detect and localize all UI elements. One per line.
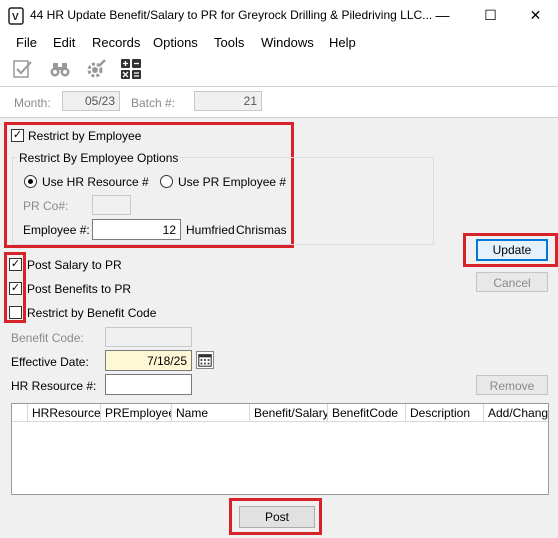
maximize-button[interactable]: ☐ [468, 0, 513, 30]
batch-label: Batch #: [131, 96, 176, 110]
employee-first-name: Humfried [186, 223, 235, 237]
grid-col-add-change[interactable]: Add/Change [483, 404, 548, 422]
effective-date-field[interactable]: 7/18/25 [105, 350, 192, 371]
use-hr-resource-radio[interactable] [24, 175, 37, 188]
pr-co-label: PR Co#: [23, 199, 69, 213]
menu-options[interactable]: Options [153, 35, 198, 50]
restrict-benefit-checkbox[interactable] [9, 306, 22, 319]
employee-grid[interactable]: HRResource PREmployee Name Benefit/Salar… [11, 403, 549, 495]
menu-file[interactable]: File [16, 35, 37, 50]
hr-resource-field[interactable] [105, 374, 192, 395]
restrict-by-employee-label: Restrict by Employee [28, 129, 142, 143]
grid-col-premployee[interactable]: PREmployee [100, 404, 171, 422]
menu-tools[interactable]: Tools [214, 35, 244, 50]
grid-col-hrresource[interactable]: HRResource [27, 404, 100, 422]
grid-row-selector-header [12, 404, 27, 422]
menu-edit[interactable]: Edit [53, 35, 75, 50]
benefit-code-label: Benefit Code: [11, 331, 84, 345]
calendar-icon[interactable] [196, 351, 214, 369]
restrict-options-title: Restrict By Employee Options [17, 151, 181, 165]
employee-label: Employee #: [23, 223, 90, 237]
batch-field: 21 [194, 91, 262, 111]
restrict-benefit-label: Restrict by Benefit Code [27, 306, 157, 320]
binoculars-icon[interactable] [49, 58, 71, 80]
grid-col-benefit-salary[interactable]: Benefit/Salary [249, 404, 327, 422]
window-title: 44 HR Update Benefit/Salary to PR for Gr… [30, 8, 433, 22]
grid-header-row: HRResource PREmployee Name Benefit/Salar… [12, 404, 548, 422]
app-icon: V [8, 7, 24, 25]
month-field: 05/23 [62, 91, 120, 111]
update-button[interactable]: Update [476, 239, 548, 261]
grid-col-name[interactable]: Name [171, 404, 249, 422]
post-benefits-checkbox[interactable]: ✓ [9, 282, 22, 295]
cancel-button[interactable]: Cancel [476, 272, 548, 292]
restrict-by-employee-checkbox[interactable]: ✓ [11, 129, 24, 142]
menu-records[interactable]: Records [92, 35, 140, 50]
validate-icon[interactable] [12, 58, 34, 80]
post-button[interactable]: Post [239, 506, 315, 528]
settings-gear-icon[interactable] [85, 58, 107, 80]
grid-col-benefitcode[interactable]: BenefitCode [327, 404, 405, 422]
hr-resource-label: HR Resource #: [11, 379, 97, 393]
month-label: Month: [14, 96, 51, 110]
calculator-icon[interactable] [120, 58, 142, 80]
post-salary-label: Post Salary to PR [27, 258, 122, 272]
effective-date-label: Effective Date: [11, 355, 89, 369]
benefit-code-field[interactable] [105, 327, 192, 347]
grid-col-description[interactable]: Description [405, 404, 483, 422]
close-button[interactable]: ✕ [513, 0, 558, 30]
remove-button[interactable]: Remove [476, 375, 548, 395]
menu-windows[interactable]: Windows [261, 35, 314, 50]
employee-field[interactable]: 12 [92, 219, 181, 240]
svg-text:V: V [12, 12, 19, 23]
post-salary-checkbox[interactable]: ✓ [9, 258, 22, 271]
minimize-button[interactable]: — [420, 0, 465, 30]
use-hr-resource-label: Use HR Resource # [42, 175, 149, 189]
use-pr-employee-radio[interactable] [160, 175, 173, 188]
use-pr-employee-label: Use PR Employee # [178, 175, 287, 189]
title-bar[interactable]: V 44 HR Update Benefit/Salary to PR for … [0, 0, 558, 31]
menu-help[interactable]: Help [329, 35, 356, 50]
post-benefits-label: Post Benefits to PR [27, 282, 132, 296]
employee-last-name: Chrismas [236, 223, 287, 237]
pr-co-field[interactable] [92, 195, 131, 215]
